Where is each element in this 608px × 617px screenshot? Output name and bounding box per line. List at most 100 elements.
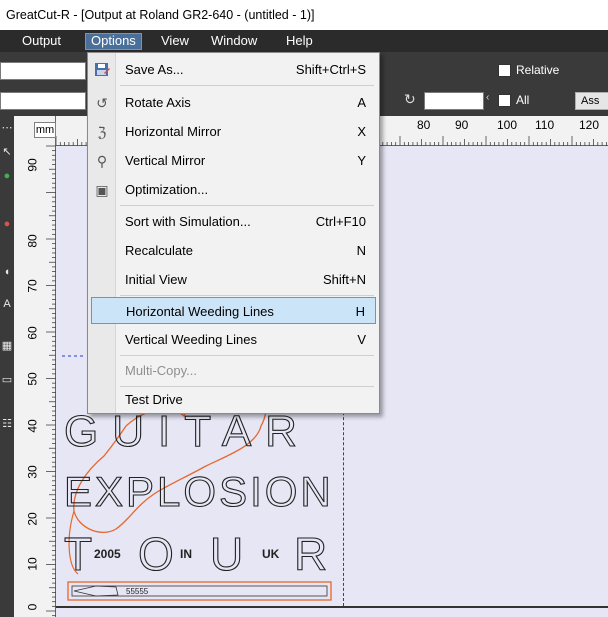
ruler-label: 80 bbox=[25, 234, 40, 248]
menu-item-shortcut: A bbox=[357, 95, 366, 110]
ruler-label: 10 bbox=[25, 557, 40, 571]
angle-unit-icon: ‹ bbox=[486, 92, 490, 103]
menu-item-shortcut: H bbox=[355, 304, 365, 319]
menu-item-initial-view[interactable]: Initial View Shift+N bbox=[91, 266, 376, 293]
menu-item-vertical-weeding-lines[interactable]: Vertical Weeding Lines V bbox=[91, 326, 376, 353]
menu-item-label: Multi-Copy... bbox=[125, 363, 197, 378]
menu-item-shortcut: N bbox=[356, 243, 366, 258]
menu-help[interactable]: Help bbox=[281, 33, 318, 50]
menu-item-label: Vertical Mirror bbox=[125, 153, 206, 168]
menu-item-vertical-mirror[interactable]: ⚲ Vertical Mirror Y bbox=[91, 147, 376, 174]
menu-item-multi-copy: Multi-Copy... bbox=[91, 357, 376, 384]
menu-window[interactable]: Window bbox=[206, 33, 262, 50]
ruler-label: 80 bbox=[417, 118, 431, 132]
position-y-field[interactable] bbox=[0, 92, 86, 110]
relative-checkbox[interactable] bbox=[498, 64, 511, 77]
curve-tool-icon[interactable]: ◖ bbox=[0, 264, 14, 280]
guitar-neck-inner bbox=[71, 585, 328, 597]
window-title: GreatCut-R - [Output at Roland GR2-640 -… bbox=[6, 8, 315, 22]
menu-item-label: Test Drive bbox=[125, 392, 183, 407]
ruler-label: 0 bbox=[25, 603, 40, 611]
artwork-year: 2005 bbox=[94, 547, 121, 561]
menu-separator bbox=[120, 85, 374, 86]
table-tool-icon[interactable]: ☷ bbox=[0, 416, 14, 432]
menu-separator bbox=[120, 205, 374, 206]
guitar-neck-outline bbox=[67, 581, 332, 601]
menu-separator bbox=[120, 295, 374, 296]
rotate-icon[interactable]: ↻ bbox=[404, 91, 416, 108]
ruler-label: 90 bbox=[455, 118, 469, 132]
menu-bar: Output Options View Window Help bbox=[0, 30, 608, 52]
ruler-label: 40 bbox=[25, 419, 40, 433]
artwork-in: IN bbox=[180, 547, 192, 561]
menu-item-label: Optimization... bbox=[125, 182, 209, 197]
dots-icon: ⋯ bbox=[1, 122, 13, 134]
menu-item-shortcut: Shift+Ctrl+S bbox=[295, 62, 366, 77]
artwork-line-guitar: GUITAR bbox=[64, 407, 311, 456]
artwork-letter-r: R bbox=[294, 528, 327, 580]
angle-field[interactable] bbox=[424, 92, 484, 110]
ruler-label: 110 bbox=[535, 118, 555, 132]
options-menu: Save As... Shift+Ctrl+S ↺ Rotate Axis A … bbox=[87, 52, 380, 414]
artwork-letter-o: O bbox=[138, 528, 174, 580]
optimization-icon: ▣ bbox=[95, 182, 109, 198]
menu-item-label: Save As... bbox=[125, 62, 184, 77]
menu-options[interactable]: Options bbox=[85, 33, 142, 50]
vertical-ruler-ticks bbox=[46, 145, 56, 617]
menu-item-save-as[interactable]: Save As... Shift+Ctrl+S bbox=[91, 56, 376, 83]
menu-item-horizontal-mirror[interactable]: ℨ Horizontal Mirror X bbox=[91, 118, 376, 145]
rotate-axis-icon: ↺ bbox=[96, 95, 108, 111]
all-label: All bbox=[516, 93, 530, 107]
menu-item-sort-with-simulation[interactable]: Sort with Simulation... Ctrl+F10 bbox=[91, 208, 376, 235]
menu-item-rotate-axis[interactable]: ↺ Rotate Axis A bbox=[91, 89, 376, 116]
position-x-field[interactable] bbox=[0, 62, 86, 80]
pointer-tool-icon[interactable]: ↖ bbox=[0, 144, 14, 160]
save-as-icon bbox=[93, 61, 111, 79]
menu-item-label: Horizontal Mirror bbox=[125, 124, 222, 139]
menu-item-shortcut: X bbox=[357, 124, 366, 139]
menu-item-label: Recalculate bbox=[125, 243, 193, 258]
menu-item-optimization[interactable]: ▣ Optimization... bbox=[91, 176, 376, 203]
artwork-letter-t: T bbox=[64, 528, 92, 580]
weeding-tool-icon[interactable]: ▦ bbox=[0, 338, 14, 354]
vertical-mirror-icon: ⚲ bbox=[96, 153, 108, 169]
menu-item-recalculate[interactable]: Recalculate N bbox=[91, 237, 376, 264]
menu-item-label: Horizontal Weeding Lines bbox=[126, 304, 274, 319]
menu-item-label: Sort with Simulation... bbox=[125, 214, 251, 229]
ruler-label: 90 bbox=[25, 158, 40, 172]
ruler-label: 20 bbox=[25, 512, 40, 526]
menu-item-label: Rotate Axis bbox=[125, 95, 191, 110]
menu-separator bbox=[120, 355, 374, 356]
menu-item-test-drive[interactable]: Test Drive bbox=[91, 386, 376, 413]
assign-button[interactable]: Ass bbox=[575, 92, 608, 110]
ruler-label: 60 bbox=[25, 326, 40, 340]
ruler-label: 100 bbox=[497, 118, 518, 132]
text-tool-icon[interactable]: A bbox=[0, 296, 14, 312]
tool-strip: ⋯ ↖ ● ● ◖ A ▦ ▭ ☷ bbox=[0, 116, 14, 617]
artwork-uk: UK bbox=[262, 547, 280, 561]
artwork-guitar-text: 55555 bbox=[126, 587, 149, 596]
menu-item-horizontal-weeding-lines[interactable]: Horizontal Weeding Lines H bbox=[91, 297, 376, 324]
menu-item-label: Initial View bbox=[125, 272, 187, 287]
menu-item-label: Vertical Weeding Lines bbox=[125, 332, 258, 347]
menu-output[interactable]: Output bbox=[17, 33, 66, 50]
guitar-headstock bbox=[73, 585, 119, 597]
menu-view[interactable]: View bbox=[156, 33, 194, 50]
artwork-letter-u: U bbox=[210, 528, 243, 580]
menu-item-shortcut: Ctrl+F10 bbox=[315, 214, 366, 229]
artwork-line-explosion: EXPLOSION bbox=[64, 468, 334, 515]
title-bar: GreatCut-R - [Output at Roland GR2-640 -… bbox=[0, 0, 608, 30]
relative-label: Relative bbox=[516, 63, 560, 77]
frame-tool-icon[interactable]: ▭ bbox=[0, 372, 14, 388]
delete-node-icon[interactable]: ● bbox=[0, 216, 14, 232]
ruler-label: 70 bbox=[25, 279, 40, 293]
menu-item-shortcut: Shift+N bbox=[323, 272, 366, 287]
horizontal-mirror-icon: ℨ bbox=[97, 124, 107, 140]
all-checkbox[interactable] bbox=[498, 94, 511, 107]
vertical-ruler: mm bbox=[14, 116, 56, 617]
ruler-label: 120 bbox=[579, 118, 600, 132]
menu-item-shortcut: Y bbox=[357, 153, 366, 168]
ruler-label: 30 bbox=[25, 465, 40, 479]
menu-item-shortcut: V bbox=[357, 332, 366, 347]
add-node-icon[interactable]: ● bbox=[0, 168, 14, 184]
